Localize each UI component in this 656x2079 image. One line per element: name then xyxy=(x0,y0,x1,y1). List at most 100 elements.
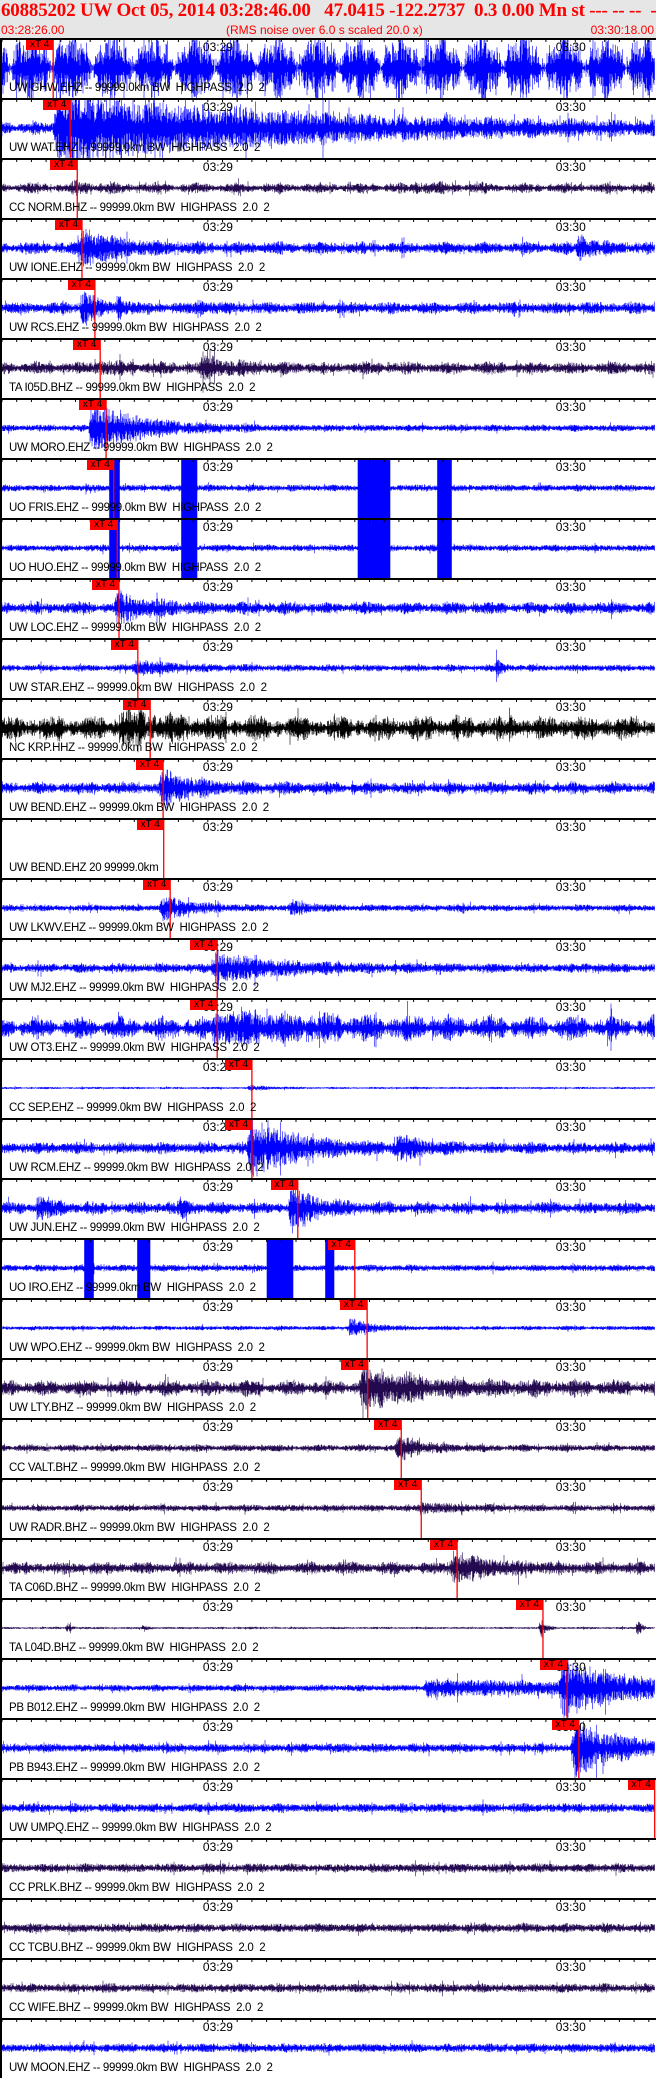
station-label: TA L04D.BHZ -- 99999.0km BW HIGHPASS 2.0… xyxy=(9,1642,259,1654)
trace-panel: 03:29 03:30 CC WIFE.BHZ -- 99999.0km BW HI… xyxy=(0,1958,656,2018)
trace-panel: 03:29 03:30 xT 4 UW LTY.BHZ -- 99999.0km BW… xyxy=(0,1358,656,1418)
station-label: CC SEP.EHZ -- 99999.0km BW HIGHPASS 2.0 … xyxy=(9,1102,257,1114)
pick-marker[interactable]: xT 4 xyxy=(224,1120,252,1130)
pick-marker[interactable]: xT 4 xyxy=(327,1240,355,1250)
pick-marker[interactable]: xT 4 xyxy=(92,580,119,590)
minute-label: 03:30 xyxy=(555,1120,586,1134)
station-label: UW WPO.EHZ -- 99999.0km BW HIGHPASS 2.0 … xyxy=(9,1342,265,1354)
minute-label: 03:30 xyxy=(555,1480,586,1494)
minute-label: 03:30 xyxy=(555,280,586,294)
station-label: UW RADR.BHZ -- 99999.0km BW HIGHPASS 2.0… xyxy=(9,1522,270,1534)
minute-label: 03:29 xyxy=(202,1600,233,1614)
waveform xyxy=(1,1501,655,1516)
station-label: TA C06D.BHZ -- 99999.0km BW HIGHPASS 2.0… xyxy=(9,1582,261,1594)
trace-panel: 03:29 03:30 xT 4 UW STAR.EHZ -- 99999.0km B… xyxy=(0,638,656,698)
pick-marker[interactable]: xT 4 xyxy=(26,40,54,50)
minute-label: 03:29 xyxy=(202,1840,233,1854)
minute-label: 03:30 xyxy=(555,520,586,534)
pick-marker[interactable]: xT 4 xyxy=(340,1360,368,1370)
waveform xyxy=(1,1980,655,1997)
pick-marker[interactable]: xT 4 xyxy=(67,280,95,290)
station-label: UO IRO.EHZ -- 99999.0km BW HIGHPASS 2.0 … xyxy=(9,1282,256,1294)
trace-panel: 03:29 03:30 xT 4 UW WAT.EHZ -- 99999.0km BW… xyxy=(0,98,656,158)
trace-panel: 03:29 03:30 xT 4 UW WPO.EHZ -- 99999.0km BW… xyxy=(0,1298,656,1358)
pick-marker[interactable]: xT 4 xyxy=(270,1180,298,1190)
minute-label: 03:29 xyxy=(202,640,233,654)
pick-marker[interactable]: xT 4 xyxy=(374,1420,402,1430)
pick-marker[interactable]: xT 4 xyxy=(515,1600,543,1610)
pick-marker[interactable]: xT 4 xyxy=(224,1060,252,1070)
trace-panel: 03:29 03:30 CC PRLK.BHZ -- 99999.0km BW HI… xyxy=(0,1838,656,1898)
waveform xyxy=(1,1550,655,1585)
minute-label: 03:30 xyxy=(555,1900,586,1914)
trace-panel: 03:29 03:30 xT 4 UW RCM.EHZ -- 99999.0km BW… xyxy=(0,1118,656,1178)
pick-marker[interactable]: xT 4 xyxy=(136,820,164,830)
waveform xyxy=(1,291,655,326)
pick-marker[interactable]: xT 4 xyxy=(110,640,138,650)
pick-marker[interactable]: xT 4 xyxy=(123,700,151,710)
trace-panel: 03:29 03:30 xT 4 UW JUN.EHZ -- 99999.0km BW… xyxy=(0,1178,656,1238)
event-title: 60885202 UW Oct 05, 2014 03:28:46.00 47.… xyxy=(1,0,656,21)
station-label: UW GHW.EHZ -- 99999.0km BW HIGHPASS 2.0 … xyxy=(9,82,265,94)
pick-marker[interactable]: xT 4 xyxy=(136,760,164,770)
minute-label: 03:29 xyxy=(202,820,233,834)
trace-panel: 03:29 03:30 xT 4 UW GHW.EHZ -- 99999.0km BW… xyxy=(0,38,656,98)
pick-marker[interactable]: xT 4 xyxy=(190,940,218,950)
minute-label: 03:29 xyxy=(202,1960,233,1974)
minute-label: 03:30 xyxy=(555,1360,586,1374)
minute-label: 03:29 xyxy=(202,340,233,354)
pick-marker[interactable]: xT 4 xyxy=(90,520,118,530)
pick-marker[interactable]: xT 4 xyxy=(627,1780,655,1790)
station-label: UW MORO.EHZ -- 99999.0km BW HIGHPASS 2.0… xyxy=(9,442,273,454)
minute-label: 03:30 xyxy=(555,760,586,774)
minute-label: 03:29 xyxy=(202,1720,233,1734)
pick-marker[interactable]: xT 4 xyxy=(43,100,71,110)
station-label: UW LOC.EHZ -- 99999.0km BW HIGHPASS 2.0 … xyxy=(9,622,261,634)
minute-label: 03:30 xyxy=(555,1300,586,1314)
minute-label: 03:30 xyxy=(555,1600,586,1614)
pick-marker[interactable]: xT 4 xyxy=(430,1540,458,1550)
waveform xyxy=(1,2040,655,2056)
trace-panel: 03:29 03:30 CC TCBU.BHZ -- 99999.0km BW HI… xyxy=(0,1898,656,1958)
station-label: UW MOON.EHZ -- 99999.0km BW HIGHPASS 2.0… xyxy=(9,2062,273,2074)
waveform xyxy=(1,1620,655,1638)
minute-label: 03:29 xyxy=(202,1180,233,1194)
minute-label: 03:30 xyxy=(555,700,586,714)
pick-marker[interactable]: xT 4 xyxy=(540,1660,568,1670)
station-label: PB B012.EHZ -- 99999.0km BW HIGHPASS 2.0… xyxy=(9,1702,260,1714)
pick-marker[interactable]: xT 4 xyxy=(551,1720,579,1730)
station-label: CC TCBU.BHZ -- 99999.0km BW HIGHPASS 2.0… xyxy=(9,1942,266,1954)
waveform xyxy=(1,178,655,197)
station-label: UW RCS.EHZ -- 99999.0km BW HIGHPASS 2.0 … xyxy=(9,322,262,334)
station-label: UW MJ2.EHZ -- 99999.0km BW HIGHPASS 2.0 … xyxy=(9,982,259,994)
minute-label: 03:29 xyxy=(202,40,233,54)
minute-label: 03:29 xyxy=(202,100,233,114)
minute-label: 03:29 xyxy=(202,280,233,294)
pick-marker[interactable]: xT 4 xyxy=(143,880,171,890)
minute-label: 03:30 xyxy=(555,1240,586,1254)
pick-marker[interactable]: xT 4 xyxy=(86,460,114,470)
pick-marker[interactable]: xT 4 xyxy=(340,1300,368,1310)
trace-panel: 03:29 03:30 xT 4 TA L04D.BHZ -- 99999.0km B… xyxy=(0,1598,656,1658)
pick-marker[interactable]: xT 4 xyxy=(50,160,78,170)
station-label: PB B943.EHZ -- 99999.0km BW HIGHPASS 2.0… xyxy=(9,1762,260,1774)
pick-marker[interactable]: xT 4 xyxy=(190,1000,218,1010)
trace-panel: 03:29 03:30 xT 4 TA I05D.BHZ -- 99999.0km B… xyxy=(0,338,656,398)
waveform xyxy=(1,1084,655,1091)
station-label: CC VALT.BHZ -- 99999.0km BW HIGHPASS 2.0… xyxy=(9,1462,261,1474)
end-time: 03:30:18.00 xyxy=(590,23,654,37)
pick-marker[interactable]: xT 4 xyxy=(394,1480,422,1490)
minute-label: 03:30 xyxy=(555,1000,586,1014)
pick-marker[interactable]: xT 4 xyxy=(73,340,101,350)
pick-marker[interactable]: xT 4 xyxy=(79,400,107,410)
trace-panel: 03:29 03:30 xT 4 CC SEP.EHZ -- 99999.0km BW… xyxy=(0,1058,656,1118)
minute-label: 03:29 xyxy=(202,580,233,594)
station-label: UW RCM.EHZ -- 99999.0km BW HIGHPASS 2.0 … xyxy=(9,1162,264,1174)
minute-label: 03:30 xyxy=(555,220,586,234)
station-label: UW BEND.EHZ -- 99999.0km BW HIGHPASS 2.0… xyxy=(9,802,269,814)
minute-label: 03:29 xyxy=(202,1480,233,1494)
minute-label: 03:29 xyxy=(202,1300,233,1314)
pick-marker[interactable]: xT 4 xyxy=(54,220,82,230)
station-label: TA I05D.BHZ -- 99999.0km BW HIGHPASS 2.0… xyxy=(9,382,256,394)
station-label: UW LKWV.EHZ -- 99999.0km BW HIGHPASS 2.0… xyxy=(9,922,269,934)
